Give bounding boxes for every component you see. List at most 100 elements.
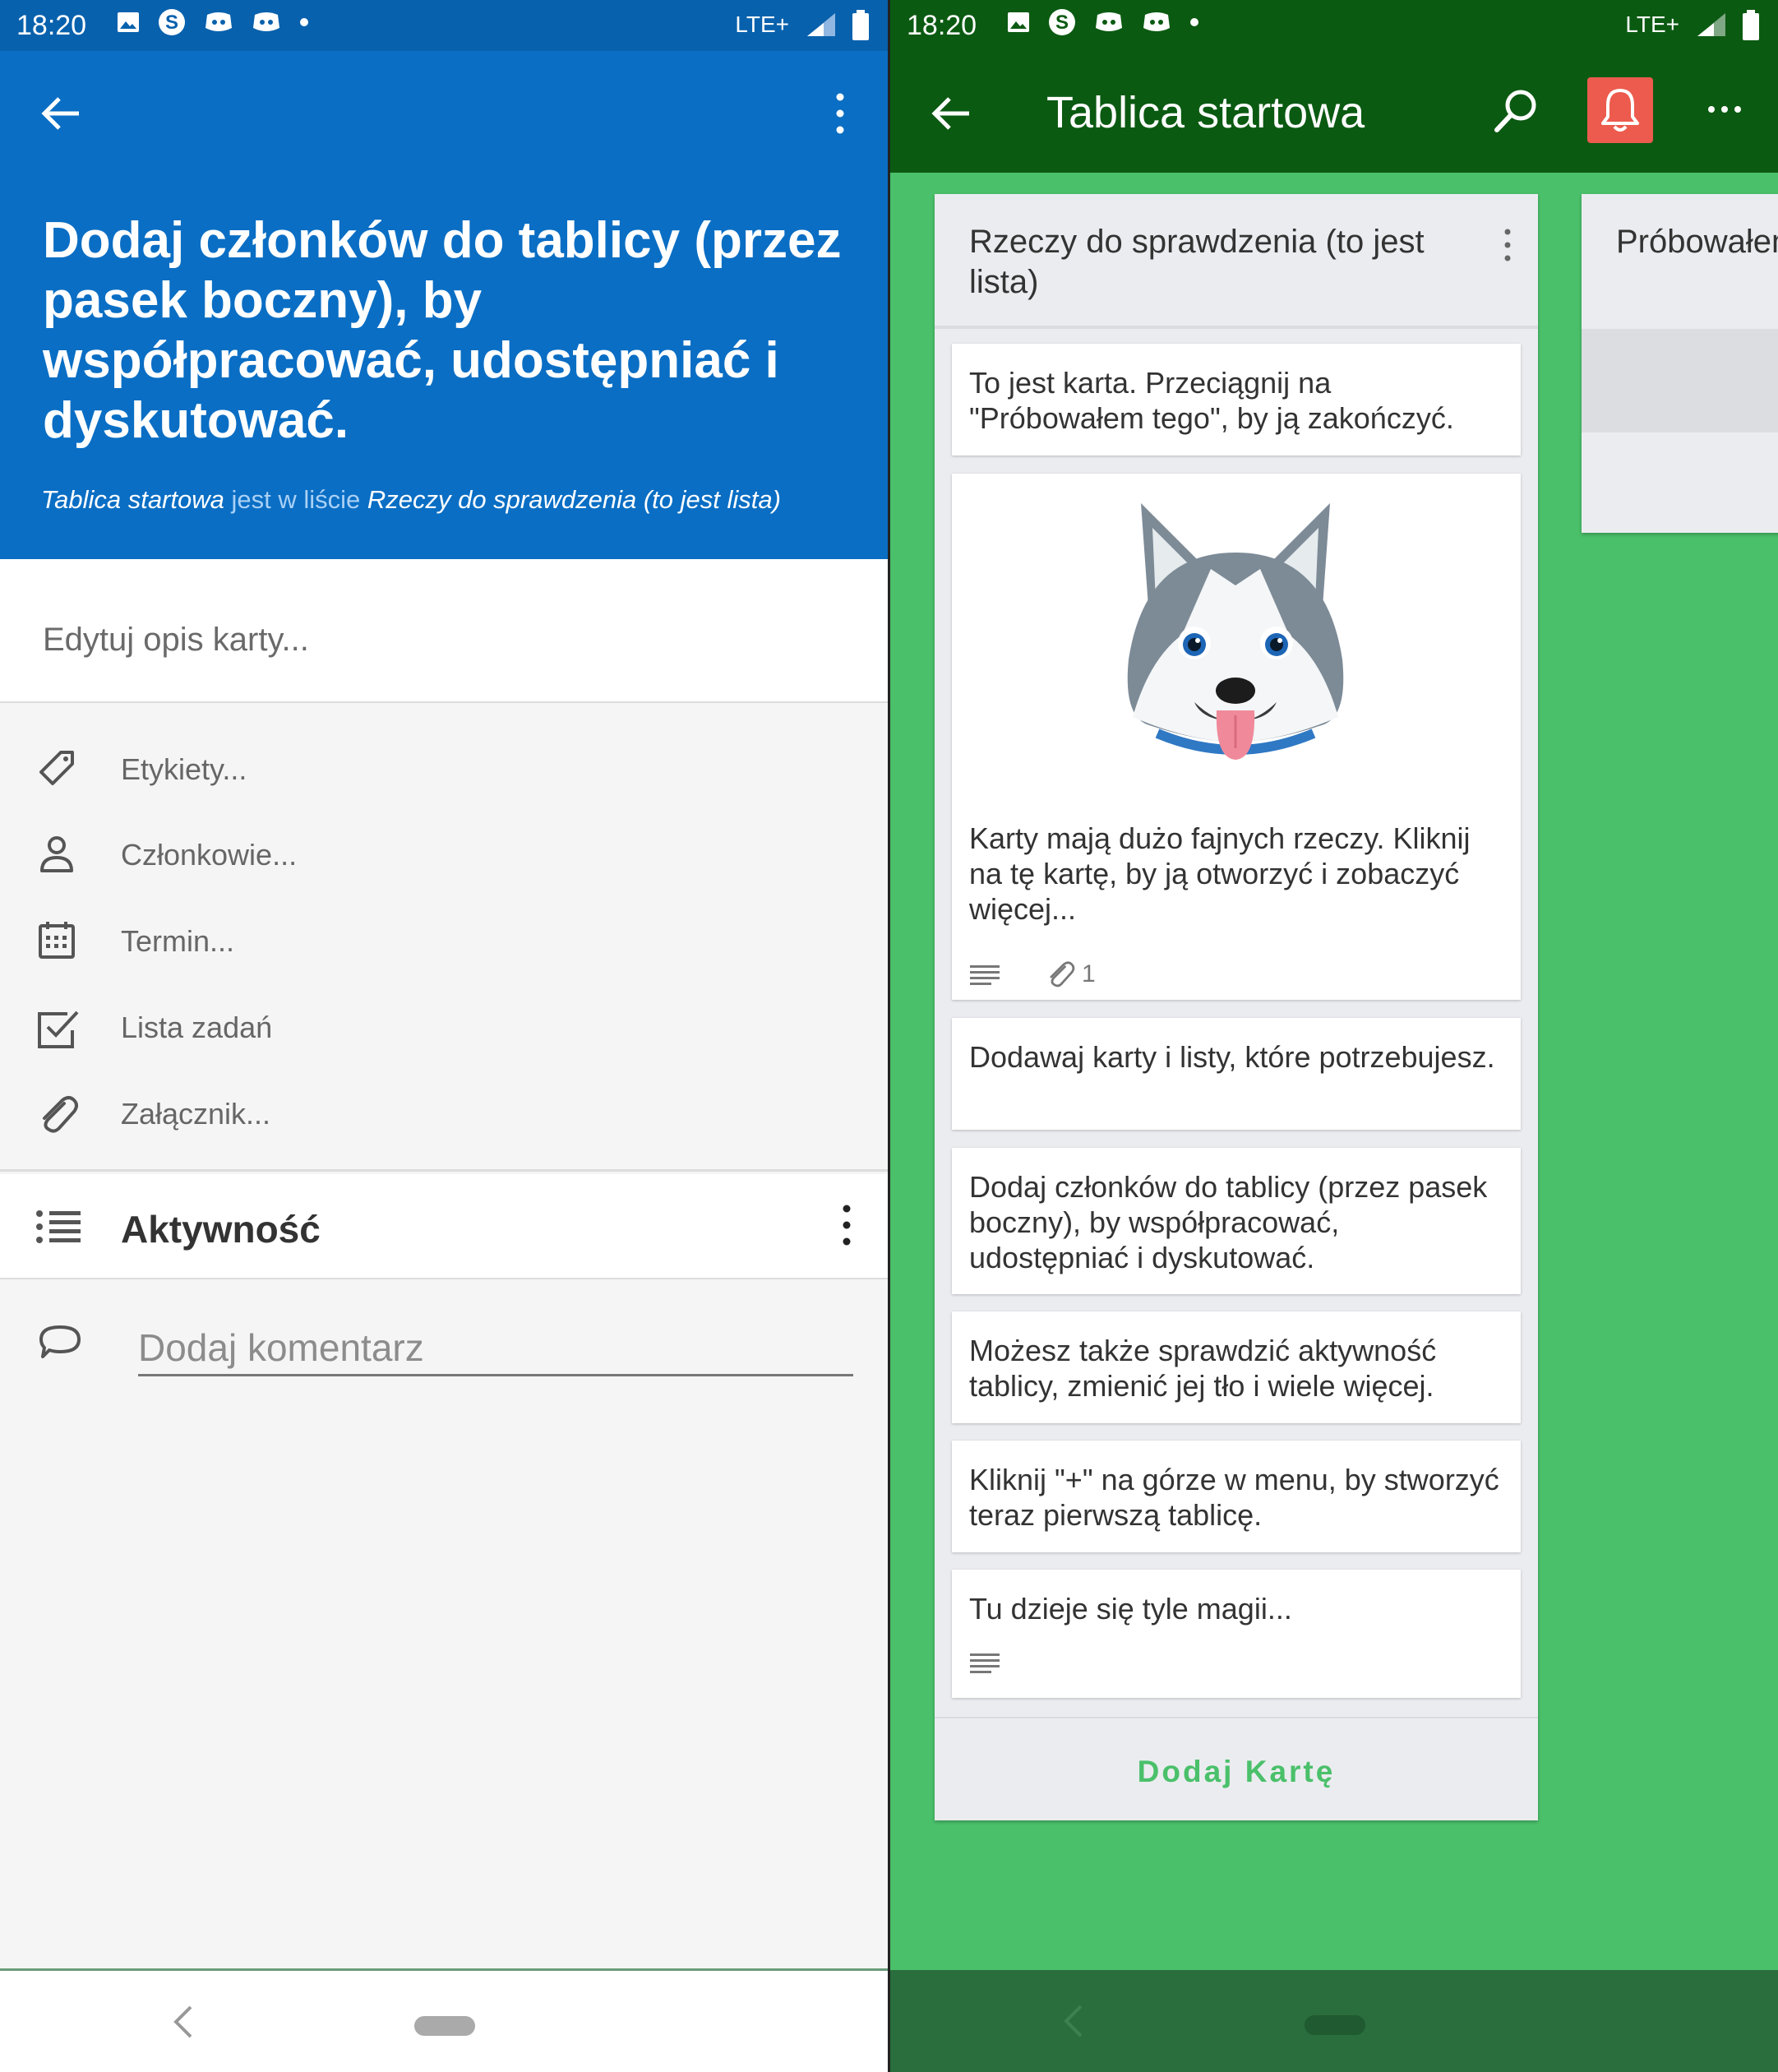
battery-icon xyxy=(1743,10,1759,40)
card-text: Karty mają dużo fajnych rzeczy. Kliknij … xyxy=(969,821,1471,926)
list-card[interactable]: Karty mają dużo fajnych rzeczy. Kliknij … xyxy=(952,474,1521,1000)
list-column: Rzeczy do sprawdzenia (to jest lista) To… xyxy=(935,194,1538,1820)
more-horizontal-icon[interactable] xyxy=(1706,104,1743,114)
add-card-button[interactable]: Dodaj Kartę xyxy=(935,1717,1538,1820)
card-text: To jest karta. Przeciągnij na "Próbowałe… xyxy=(969,366,1454,435)
discord-icon xyxy=(1143,12,1170,31)
signal-icon xyxy=(807,13,835,36)
list-footer[interactable] xyxy=(1582,432,1778,533)
card-header: 18:20 S LTE+ Dodaj członków do tablicy (… xyxy=(0,0,888,559)
skype-icon: S xyxy=(159,9,185,35)
back-arrow-icon[interactable] xyxy=(928,90,974,136)
card-actions-menu: Etykiety... Członkowie... Termin... List… xyxy=(0,705,888,1172)
menu-item-members[interactable]: Członkowie... xyxy=(0,818,888,884)
battery-icon xyxy=(852,10,869,40)
list-card[interactable]: Możesz także sprawdzić aktywność tablicy… xyxy=(952,1311,1521,1423)
card-text: Dodaj członków do tablicy (przez pasek b… xyxy=(969,1170,1488,1274)
comment-input[interactable]: Dodaj komentarz xyxy=(138,1322,853,1376)
comment-bubble-icon xyxy=(39,1325,81,1358)
image-icon xyxy=(1008,12,1029,32)
husky-illustration xyxy=(1127,503,1344,760)
list-card[interactable]: Dodaj członków do tablicy (przez pasek b… xyxy=(952,1148,1521,1294)
status-bar: 18:20 S LTE+ xyxy=(890,0,1778,51)
menu-item-label: Etykiety... xyxy=(121,752,247,786)
search-icon[interactable] xyxy=(1490,86,1541,136)
activity-list-icon xyxy=(36,1210,81,1243)
list-title[interactable]: Próbowałem tego (to jest lista) xyxy=(1616,222,1778,262)
dot-icon xyxy=(1190,18,1198,26)
list-card[interactable]: Kliknij "+" na górze w menu, by stworzyć… xyxy=(952,1441,1521,1552)
description-placeholder: Edytuj opis karty... xyxy=(43,622,309,658)
system-nav-bar xyxy=(0,1968,888,2072)
card-location: Tablica startowa jest w liście Rzeczy do… xyxy=(41,485,871,515)
card-title[interactable]: Dodaj członków do tablicy (przez pasek b… xyxy=(43,210,857,451)
menu-item-label: Termin... xyxy=(121,924,235,958)
person-icon xyxy=(40,836,73,872)
overflow-menu-icon[interactable] xyxy=(832,90,848,136)
menu-item-label: Załącznik... xyxy=(121,1097,271,1131)
network-label: LTE+ xyxy=(1625,12,1679,37)
svg-text:S: S xyxy=(1055,12,1069,34)
board-title: Tablica startowa xyxy=(1046,88,1365,137)
list-card[interactable]: To jest karta. Przeciągnij na "Próbowałe… xyxy=(952,344,1521,456)
status-time: 18:20 xyxy=(16,10,87,41)
nav-home-pill[interactable] xyxy=(1305,2015,1365,2035)
attachment-icon xyxy=(1050,961,1075,987)
image-icon xyxy=(118,12,139,32)
system-nav-bar xyxy=(890,1970,1778,2072)
svg-text:S: S xyxy=(165,12,178,34)
menu-item-label: Członkowie... xyxy=(121,838,298,872)
board-app-bar: Tablica startowa xyxy=(890,51,1778,173)
nav-home-pill[interactable] xyxy=(414,2016,475,2036)
notification-icons: S xyxy=(1007,8,1199,36)
description-icon xyxy=(970,965,1000,985)
bell-icon xyxy=(1601,89,1639,132)
card-detail-screen: 18:20 S LTE+ Dodaj członków do tablicy (… xyxy=(0,0,888,2072)
list-column-partial: Próbowałem tego (to jest lista) xyxy=(1582,194,1778,533)
menu-item-label: Lista zadań xyxy=(121,1011,273,1044)
list-menu-icon[interactable] xyxy=(1502,227,1513,263)
discord-icon xyxy=(253,12,279,31)
status-bar: 18:20 S LTE+ xyxy=(0,0,888,51)
activity-menu-icon[interactable] xyxy=(838,1202,855,1248)
description-field[interactable]: Edytuj opis karty... xyxy=(0,559,888,703)
board-screen: 18:20 S LTE+ Tablica startowa Rzeczy do … xyxy=(890,0,1778,2072)
menu-item-due-date[interactable]: Termin... xyxy=(0,904,888,970)
nav-back-icon[interactable] xyxy=(1061,2003,1086,2039)
notifications-button[interactable] xyxy=(1587,77,1653,143)
menu-item-labels[interactable]: Etykiety... xyxy=(0,733,888,798)
tag-icon xyxy=(39,751,74,785)
list-link[interactable]: Rzeczy do sprawdzenia (to jest lista) xyxy=(367,485,781,514)
discord-icon xyxy=(206,12,232,31)
menu-item-checklist[interactable]: Lista zadań xyxy=(0,991,888,1057)
card-text: Kliknij "+" na górze w menu, by stworzyć… xyxy=(969,1463,1499,1532)
list-card[interactable]: Tu dzieje się tyle magii... xyxy=(952,1570,1521,1698)
back-arrow-icon[interactable] xyxy=(38,90,84,136)
checklist-icon xyxy=(38,1011,79,1048)
card-text: Możesz także sprawdzić aktywność tablicy… xyxy=(969,1334,1437,1403)
discord-icon xyxy=(1096,12,1122,31)
list-header-divider xyxy=(935,326,1538,329)
notification-icons: S xyxy=(117,8,309,36)
description-icon xyxy=(970,1653,1000,1673)
list-placeholder-area xyxy=(1582,329,1778,432)
calendar-icon xyxy=(39,922,75,959)
paperclip-icon xyxy=(43,1096,78,1133)
card-text: Dodawaj karty i listy, które potrzebujes… xyxy=(969,1040,1495,1074)
list-card[interactable]: Dodawaj karty i listy, które potrzebujes… xyxy=(952,1018,1521,1130)
nav-back-icon[interactable] xyxy=(171,2004,196,2040)
signal-icon xyxy=(1697,13,1725,36)
comment-row: Dodaj komentarz xyxy=(0,1281,888,1404)
attachment-count: 1 xyxy=(1082,960,1096,987)
add-card-label: Dodaj Kartę xyxy=(1137,1755,1336,1788)
activity-section: Aktywność xyxy=(0,1174,888,1279)
menu-item-attachment[interactable]: Załącznik... xyxy=(0,1077,888,1143)
activity-title: Aktywność xyxy=(121,1208,321,1251)
skype-icon: S xyxy=(1049,9,1075,35)
board-link[interactable]: Tablica startowa xyxy=(41,485,224,514)
in-list-text: jest w liście xyxy=(224,485,367,514)
dot-icon xyxy=(300,18,308,26)
list-title[interactable]: Rzeczy do sprawdzenia (to jest lista) xyxy=(969,222,1429,303)
card-text: Tu dzieje się tyle magii... xyxy=(969,1592,1292,1626)
network-label: LTE+ xyxy=(735,12,789,37)
